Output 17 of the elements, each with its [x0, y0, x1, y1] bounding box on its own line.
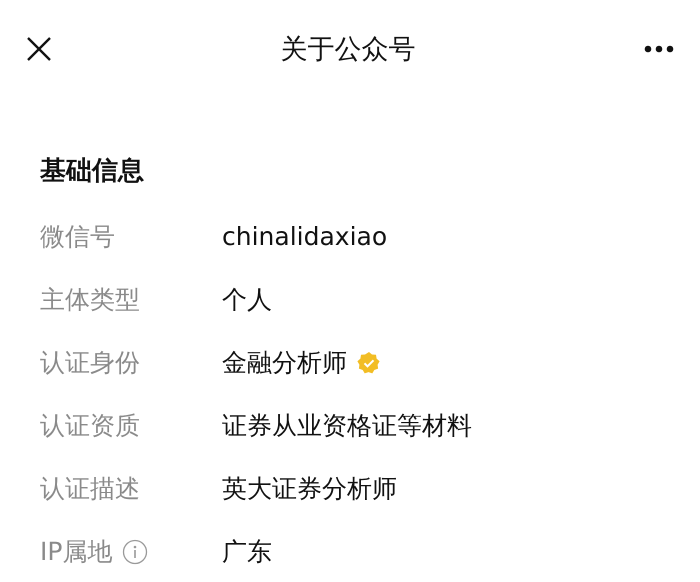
- page-title: 关于公众号: [280, 33, 416, 67]
- field-label: 主体类型: [40, 284, 140, 316]
- field-value: 广东: [222, 536, 272, 568]
- field-value: 证券从业资格证等材料: [222, 410, 472, 442]
- close-icon: [26, 36, 52, 62]
- field-value: 个人: [222, 284, 272, 316]
- more-icon: [644, 45, 674, 53]
- field-label: 微信号: [40, 221, 115, 253]
- field-value: 金融分析师: [222, 347, 347, 379]
- field-value: chinalidaxiao: [222, 222, 388, 251]
- field-label: 认证资质: [40, 410, 140, 442]
- field-label: 认证身份: [40, 347, 140, 379]
- info-icon[interactable]: [122, 538, 148, 564]
- field-label: 认证描述: [40, 473, 140, 505]
- field-value: 英大证券分析师: [222, 473, 397, 505]
- field-label: IP属地: [40, 536, 112, 568]
- section-title: 基础信息: [40, 155, 145, 188]
